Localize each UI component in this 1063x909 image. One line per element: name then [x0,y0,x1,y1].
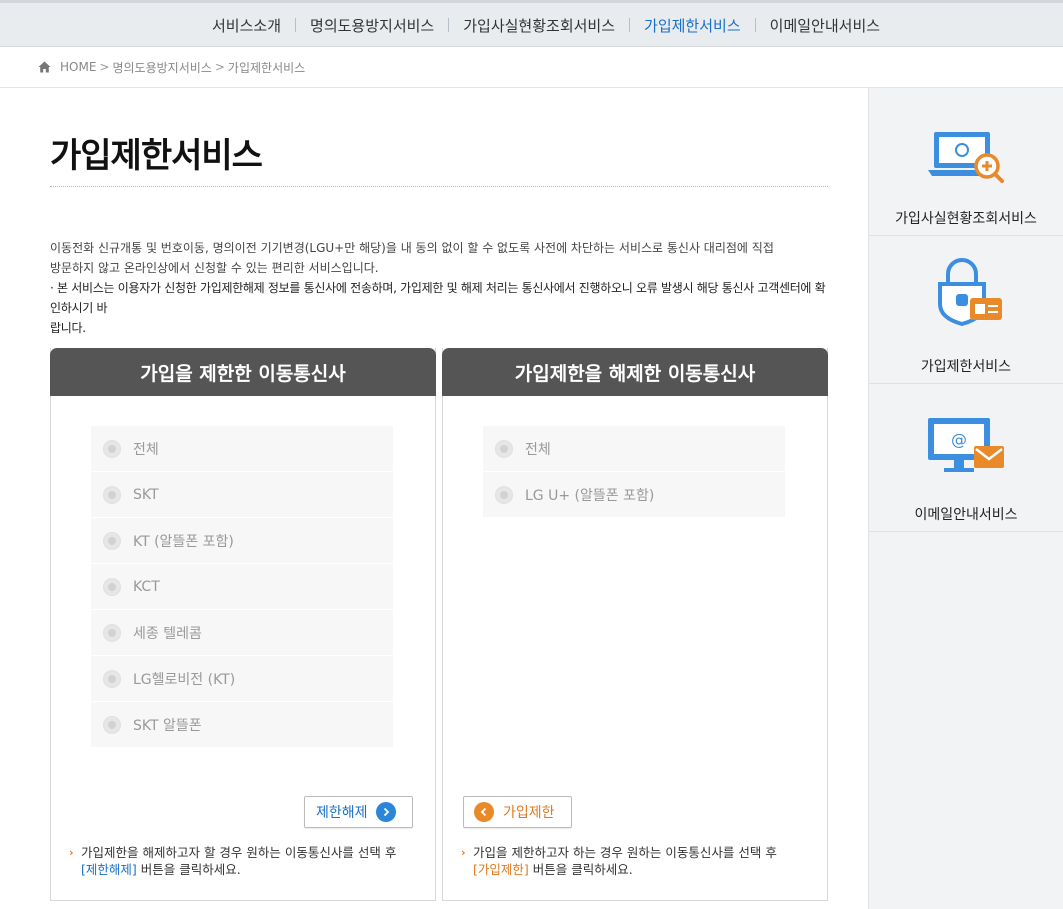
panel-header: 가입제한을 해제한 이동통신사 [442,348,828,396]
nav-divider [754,18,756,32]
sidebar-label: 가입제한서비스 [920,359,1012,375]
carrier-option-kt[interactable]: KT (알뜰폰 포함) [91,518,393,564]
title-divider [50,186,828,187]
nav-label: 서비스소개 [212,16,282,35]
sidebar-item-subscription-lookup[interactable]: 가입사실현황조회서비스 [869,88,1063,236]
option-label: 전체 [525,441,551,458]
button-label: 가입제한 [503,805,555,821]
carrier-option-skt-mvno[interactable]: SKT 알뜰폰 [91,702,393,748]
option-label: KT (알뜰폰 포함) [133,533,234,550]
option-label: SKT [133,486,159,503]
svg-text:@: @ [951,430,967,449]
sidebar-label: 이메일안내서비스 [914,507,1018,523]
sidebar-item-subscription-restrict[interactable]: 가입제한서비스 [869,236,1063,384]
sidebar-item-email-notice[interactable]: @ 이메일안내서비스 [869,384,1063,532]
nav-label: 가입제한서비스 [644,16,741,35]
button-label: 제한해제 [316,805,368,821]
breadcrumb: HOME > 명의도용방지서비스 > 가입제한서비스 [0,47,1063,88]
radio-button[interactable] [495,485,513,504]
nav-separator [741,18,770,32]
chevron-right-icon [375,802,396,822]
nav-divider [448,18,450,32]
nav-divider [295,18,297,32]
release-hint: › 가입제한을 해제하고자 할 경우 원하는 이동통신사를 선택 후 [제한해제… [69,844,419,878]
restricted-carrier-list: 전체 SKT KT (알뜰폰 포함) KCT 세종 텔레콤 LG헬로비전 (KT… [91,426,393,748]
breadcrumb-home[interactable]: HOME [60,60,96,74]
service-note: 랍니다. [50,321,86,335]
nav-label: 가입사실현황조회서비스 [463,16,616,35]
radio-button[interactable] [103,439,121,458]
carrier-option-lg-uplus[interactable]: LG U+ (알뜰폰 포함) [483,472,785,518]
nav-separator [281,18,310,32]
panel-header: 가입을 제한한 이동통신사 [50,348,436,396]
lock-card-icon [938,258,1002,326]
radio-button[interactable] [103,485,121,504]
nav-label: 이메일안내서비스 [769,16,881,35]
radio-button[interactable] [103,577,121,596]
home-icon[interactable] [38,61,51,73]
nav-separator [615,18,644,32]
nav-item-subscription-lookup[interactable]: 가입사실현황조회서비스 [463,15,615,36]
release-restriction-button[interactable]: 제한해제 [304,796,413,828]
option-label: 전체 [133,441,159,458]
nav-item-email-notice[interactable]: 이메일안내서비스 [770,15,880,36]
carrier-option-skt[interactable]: SKT [91,472,393,518]
description-line: 방문하지 않고 온라인상에서 신청할 수 있는 편리한 서비스입니다. [50,261,379,275]
hint-text: 버튼을 클릭하세요. [140,862,241,877]
hint-caret: › [461,846,466,859]
monitor-mail-icon: @ [928,418,1004,472]
top-navigation: 서비스소개 명의도용방지서비스 가입사실현황조회서비스 가입제한서비스 이메일안… [0,0,1063,47]
nav-divider [629,18,631,32]
carrier-option-all[interactable]: 전체 [91,426,393,472]
hint-text: 가입을 제한하고자 하는 경우 원하는 이동통신사를 선택 후 [473,845,777,860]
breadcrumb-separator: > [214,60,225,74]
radio-button[interactable] [103,715,121,734]
service-sidebar: 가입사실현황조회서비스 가입제한서비스 @ 이메일안내서비스 [868,88,1063,909]
nav-item-subscription-restrict[interactable]: 가입제한서비스 [644,15,741,36]
nav-item-service-intro[interactable]: 서비스소개 [212,15,281,36]
laptop-search-icon [928,132,1004,183]
carrier-option-sejong[interactable]: 세종 텔레콤 [91,610,393,656]
breadcrumb-level1[interactable]: 명의도용방지서비스 [112,59,211,76]
sidebar-label: 가입사실현황조회서비스 [895,211,1037,227]
radio-button[interactable] [103,531,121,550]
released-carrier-list: 전체 LG U+ (알뜰폰 포함) [483,426,785,518]
restrict-hint: › 가입을 제한하고자 하는 경우 원하는 이동통신사를 선택 후 [가입제한]… [461,844,811,878]
option-label: LG헬로비전 (KT) [133,671,236,688]
nav-label: 명의도용방지서비스 [310,16,435,35]
hint-text: 버튼을 클릭하세요. [532,862,633,877]
released-carriers-panel: 가입제한을 해제한 이동통신사 전체 LG U+ (알뜰폰 포함) 가입제한 ›… [442,348,828,901]
carrier-option-kct[interactable]: KCT [91,564,393,610]
option-label: LG U+ (알뜰폰 포함) [525,487,655,504]
service-note: · 본 서비스는 이용자가 신청한 가입제한해제 정보를 통신사에 전송하며, … [50,281,826,315]
breadcrumb-separator: > [99,60,110,74]
chevron-left-icon [474,802,494,822]
radio-button[interactable] [103,669,121,688]
option-label: 세종 텔레콤 [133,625,202,642]
restricted-carriers-panel: 가입을 제한한 이동통신사 전체 SKT KT (알뜰폰 포함) KCT 세종 … [50,348,436,901]
hint-button-ref: [제한해제] [81,862,137,877]
description-line: 이동전화 신규개통 및 번호이동, 명의이전 기기변경(LGU+만 해당)을 내… [50,241,774,255]
nav-item-identity-theft[interactable]: 명의도용방지서비스 [310,15,434,36]
hint-caret: › [69,846,74,859]
nav-separator [434,18,463,32]
option-label: SKT 알뜰폰 [133,717,202,734]
carrier-option-lg-hellovision[interactable]: LG헬로비전 (KT) [91,656,393,702]
hint-text: 가입제한을 해제하고자 할 경우 원하는 이동통신사를 선택 후 [81,845,397,860]
radio-button[interactable] [495,439,513,458]
top-nav-list: 서비스소개 명의도용방지서비스 가입사실현황조회서비스 가입제한서비스 이메일안… [212,3,880,47]
apply-restriction-button[interactable]: 가입제한 [463,796,572,828]
option-label: KCT [133,578,160,595]
service-description: 이동전화 신규개통 및 번호이동, 명의이전 기기변경(LGU+만 해당)을 내… [50,238,835,338]
breadcrumb-level2[interactable]: 가입제한서비스 [228,59,305,76]
radio-button[interactable] [103,623,121,642]
hint-button-ref: [가입제한] [473,862,529,877]
page-title: 가입제한서비스 [50,136,263,176]
carrier-option-all[interactable]: 전체 [483,426,785,472]
